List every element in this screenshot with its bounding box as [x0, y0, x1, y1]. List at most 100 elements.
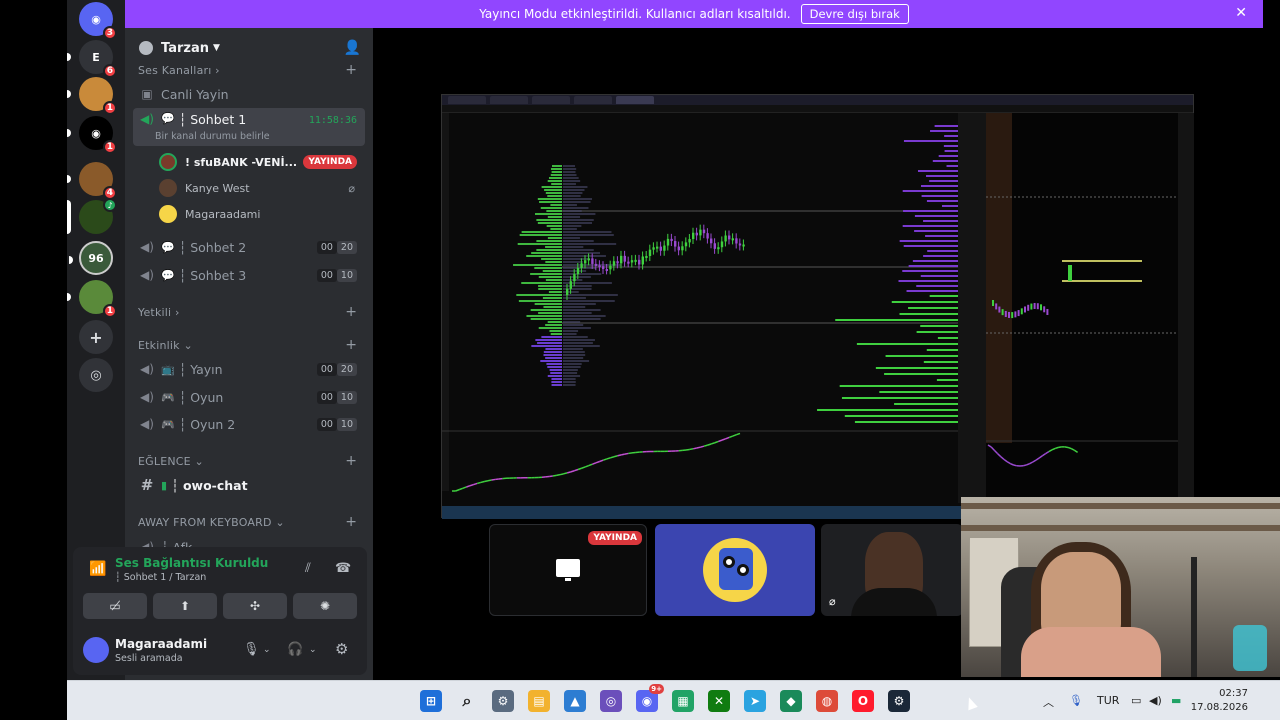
channel-oyun[interactable]: ◀) 🎮 ┆ Oyun 00 10 — [133, 384, 365, 410]
username[interactable]: Magaraadami — [115, 637, 207, 651]
category-afk[interactable]: AWAY FROM KEYBOARD ⌄ — [138, 516, 285, 529]
microphone-icon[interactable]: 🎙 — [1069, 694, 1083, 707]
discord-home-icon[interactable]: ◉ 3 — [79, 2, 117, 40]
battery-icon[interactable]: ▬ — [1171, 694, 1181, 707]
channel-yayin[interactable]: ◀) 📺 ┆ Yayın 00 20 — [133, 356, 365, 382]
channel-sohbet-3[interactable]: ◀) 💬 ┆ Sohbet 3 00 10 — [133, 262, 365, 288]
server-header[interactable]: Tarzan ▼ — [125, 28, 373, 68]
soundboard-button[interactable]: ✺ — [293, 593, 357, 619]
server-icon[interactable]: 4 — [67, 162, 117, 200]
volume-profile-bar — [519, 234, 562, 236]
steam-icon[interactable]: ⚙ — [888, 690, 910, 712]
disable-streamer-mode-button[interactable]: Devre dışı bırak — [800, 4, 909, 24]
volume-profile-bar — [563, 225, 582, 227]
chrome-icon[interactable]: ◍ — [816, 690, 838, 712]
candle-body — [706, 233, 709, 239]
category-eglence[interactable]: EĞLENCE ⌄ — [138, 455, 204, 468]
candle-body — [598, 265, 601, 268]
noise-suppression-icon[interactable]: ⫽ — [305, 561, 311, 576]
indicator-line — [549, 475, 553, 478]
badge: 1 — [102, 101, 117, 115]
xbox-icon[interactable]: ✕ — [708, 690, 730, 712]
discover-icon[interactable]: ◎ — [79, 358, 113, 392]
add-server-icon[interactable]: + — [79, 320, 113, 354]
channel-status[interactable]: Bir kanal durumu belirle — [155, 131, 270, 142]
volume-profile-bar — [547, 195, 562, 197]
app-icon[interactable]: ◎ — [600, 690, 622, 712]
add-channel-icon[interactable]: + — [345, 62, 357, 78]
indicator-line — [710, 442, 716, 445]
voice-user[interactable]: Kanye West ⌀ — [159, 176, 365, 200]
close-icon[interactable]: ✕ — [1235, 5, 1247, 21]
channel-sohbet-2[interactable]: ◀) 💬 ┆ Sohbet 2 00 20 — [133, 234, 365, 260]
discord-icon[interactable]: ◉ 9+ — [636, 684, 664, 712]
volume-profile-bar — [539, 201, 562, 203]
volume-icon[interactable]: ◀) — [1149, 694, 1162, 707]
app-icon[interactable]: ◆ — [780, 690, 802, 712]
settings-gear-icon[interactable]: ⚙ — [335, 640, 348, 658]
settings-icon[interactable]: ⚙ — [492, 690, 514, 712]
network-icon[interactable]: ▭ — [1131, 694, 1141, 707]
add-channel-icon[interactable]: + — [345, 304, 357, 320]
server-icon[interactable]: 1 — [67, 77, 117, 115]
indicator-line — [581, 466, 586, 469]
volume-profile-bar — [563, 306, 586, 308]
screen-share-stream[interactable] — [441, 94, 1194, 519]
invite-people-icon[interactable]: 👤 — [344, 40, 361, 56]
search-icon[interactable]: ⌕ — [456, 690, 478, 712]
chevron-up-icon[interactable]: ︿ — [1043, 694, 1054, 710]
user-limit: 00 20 — [316, 362, 357, 376]
screen-share-button[interactable]: ⬆ — [153, 593, 217, 619]
server-icon[interactable]: 1 — [67, 280, 117, 318]
language-indicator[interactable]: TUR — [1097, 694, 1119, 707]
server-icon[interactable]: E6 — [67, 40, 117, 78]
side-shade — [986, 113, 1012, 443]
volume-bar — [920, 325, 958, 327]
photos-icon[interactable]: ▲ — [564, 690, 586, 712]
excel-icon[interactable]: ▦ — [672, 690, 694, 712]
voice-user[interactable]: ! ꜱfuBANK -VENİ... YAYINDA — [159, 150, 365, 174]
stream-tile[interactable]: YAYINDA — [489, 524, 647, 616]
activities-button[interactable]: ✣ — [223, 593, 287, 619]
chevron-down-icon[interactable]: ⌄ — [309, 645, 317, 655]
signal-icon: 📶 — [89, 561, 107, 577]
disconnect-icon[interactable]: ☎ — [335, 561, 351, 576]
add-channel-icon[interactable]: + — [345, 514, 357, 530]
telegram-icon[interactable]: ➤ — [744, 690, 766, 712]
category-yetkili[interactable]: Yetkili › — [138, 306, 180, 319]
server-icon[interactable]: 96 — [69, 241, 113, 275]
indicator-line — [725, 436, 730, 440]
headphones-icon[interactable]: 🎧 — [287, 642, 303, 657]
candle-body — [648, 249, 652, 256]
channel-oyun-2[interactable]: ◀) 🎮 ┆ Oyun 2 00 10 — [133, 411, 365, 437]
channel-canli-yayin[interactable]: ▣ Canli Yayin — [133, 81, 365, 107]
volume-profile-bar — [563, 324, 584, 326]
voice-location[interactable]: ┆ Sohbet 1 / Tarzan — [115, 572, 206, 583]
microphone-icon[interactable]: 🎙 — [243, 642, 260, 657]
server-icon[interactable]: ◉ 1 — [67, 116, 117, 154]
add-channel-icon[interactable]: + — [345, 337, 357, 353]
channel-sohbet-1[interactable]: ◀) 💬 ┆ Sohbet 1 11:58:36 Bir kanal durum… — [133, 108, 365, 146]
chevron-down-icon[interactable]: ⌄ — [263, 645, 271, 655]
system-clock[interactable]: 02:37 17.08.2026 — [1191, 687, 1248, 715]
add-channel-icon[interactable]: + — [345, 453, 357, 469]
opera-icon[interactable]: O — [852, 690, 874, 712]
participant-tile[interactable]: ⌀ — [821, 524, 963, 616]
category-voice[interactable]: Ses Kanalları › — [138, 64, 220, 77]
avatar[interactable] — [83, 637, 109, 663]
voice-connection-panel: 📶 Ses Bağlantısı Kuruldu ┆ Sohbet 1 / Ta… — [73, 547, 367, 623]
webcam-video[interactable] — [961, 497, 1280, 677]
camera-off-button[interactable]: ▭̸ — [83, 593, 147, 619]
start-icon[interactable]: ⊞ — [420, 690, 442, 712]
channel-owo-chat[interactable]: # ▮ ┆ owo-chat — [133, 472, 365, 498]
voice-status[interactable]: Ses Bağlantısı Kuruldu — [115, 556, 268, 570]
server-icon-tarzan[interactable]: ♪ — [67, 198, 117, 234]
category-etkinlik[interactable]: Etkinlik ⌄ — [138, 339, 193, 352]
channel-label: Canli Yayin — [161, 86, 229, 102]
volume-profile-bar — [538, 285, 562, 287]
volume-profile-bar — [563, 192, 583, 194]
voice-user[interactable]: Magaraadami — [159, 202, 365, 226]
volume-profile-bar — [563, 333, 577, 335]
participant-tile[interactable] — [655, 524, 815, 616]
file-explorer-icon[interactable]: ▤ — [528, 690, 550, 712]
